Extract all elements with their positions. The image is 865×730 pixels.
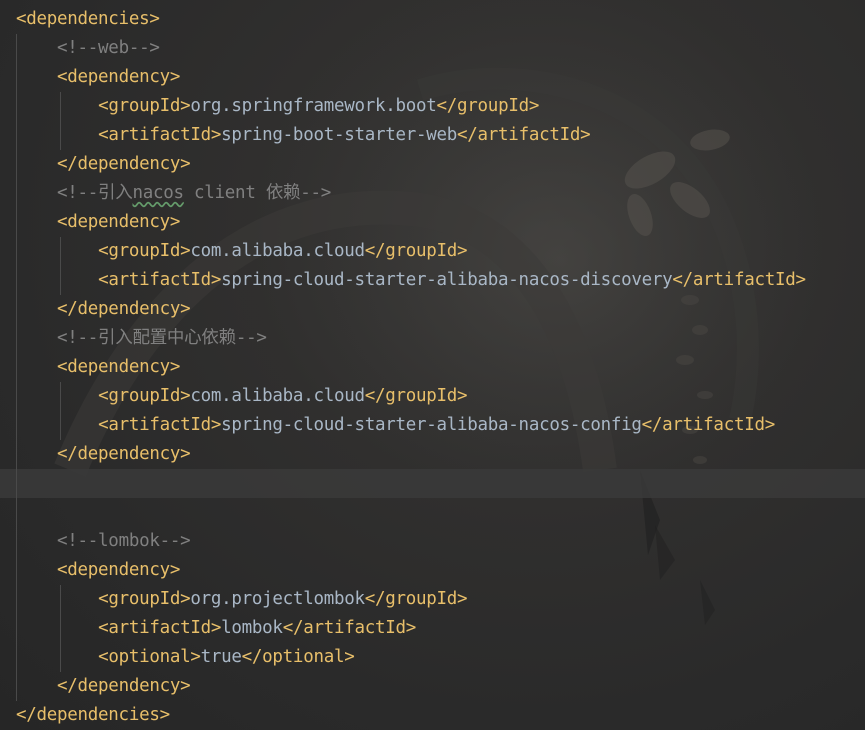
code-line[interactable]: <dependency> [16, 208, 865, 237]
xml-comment: client 依赖--> [183, 183, 332, 203]
xml-open-tag: <groupId> [98, 589, 191, 609]
xml-close-tag: </dependency> [57, 676, 191, 696]
xml-text-value: com.alibaba.cloud [190, 241, 365, 261]
code-line[interactable]: <!--引入nacos client 依赖--> [16, 179, 865, 208]
spellcheck-typo: nacos [132, 183, 185, 203]
xml-open-tag: <groupId> [98, 386, 191, 406]
xml-close-tag: </dependency> [57, 444, 191, 464]
xml-open-tag: <dependencies> [16, 9, 160, 29]
code-line[interactable]: <groupId>com.alibaba.cloud</groupId> [16, 237, 865, 266]
code-line[interactable]: <dependency> [16, 556, 865, 585]
xml-code-block[interactable]: <dependencies> <!--web--> <dependency> <… [16, 5, 865, 730]
xml-close-tag: </groupId> [436, 96, 540, 116]
xml-close-tag: </dependency> [57, 154, 191, 174]
xml-open-tag: <dependency> [57, 560, 181, 580]
xml-close-tag: </artifactId> [282, 618, 417, 638]
xml-close-tag: </groupId> [364, 241, 468, 261]
xml-open-tag: <dependency> [57, 357, 181, 377]
code-line[interactable]: <artifactId>spring-boot-starter-web</art… [16, 121, 865, 150]
xml-text-value: true [200, 647, 242, 667]
xml-text-value: org.springframework.boot [190, 96, 437, 116]
xml-open-tag: <groupId> [98, 241, 191, 261]
xml-open-tag: <artifactId> [98, 415, 222, 435]
code-line[interactable]: </dependencies> [16, 701, 865, 730]
xml-text-value: spring-cloud-starter-alibaba-nacos-confi… [221, 415, 642, 435]
xml-open-tag: <dependency> [57, 67, 181, 87]
code-line[interactable]: </dependency> [16, 672, 865, 701]
code-line[interactable]: </dependency> [16, 440, 865, 469]
xml-open-tag: <dependency> [57, 212, 181, 232]
xml-text-value: com.alibaba.cloud [190, 386, 365, 406]
xml-close-tag: </dependencies> [16, 705, 170, 725]
xml-text-value: spring-cloud-starter-alibaba-nacos-disco… [221, 270, 673, 290]
blank-line[interactable] [16, 498, 865, 527]
code-line[interactable]: <dependency> [16, 353, 865, 382]
xml-open-tag: <artifactId> [98, 618, 222, 638]
code-line[interactable]: <groupId>org.springframework.boot</group… [16, 92, 865, 121]
code-line[interactable]: <!--lombok--> [16, 527, 865, 556]
code-line[interactable]: <dependencies> [16, 5, 865, 34]
code-line[interactable]: <optional>true</optional> [16, 643, 865, 672]
xml-comment: <!--引入配置中心依赖--> [57, 328, 267, 348]
code-line[interactable]: <!--web--> [16, 34, 865, 63]
xml-comment: <!--引入 [57, 183, 133, 203]
xml-close-tag: </groupId> [364, 386, 468, 406]
code-line[interactable]: <!--引入配置中心依赖--> [16, 324, 865, 353]
xml-close-tag: </groupId> [364, 589, 468, 609]
blank-line[interactable] [16, 469, 865, 498]
xml-text-value: spring-boot-starter-web [221, 125, 458, 145]
xml-open-tag: <groupId> [98, 96, 191, 116]
xml-open-tag: <artifactId> [98, 270, 222, 290]
code-line[interactable]: </dependency> [16, 295, 865, 324]
xml-close-tag: </optional> [241, 647, 355, 667]
xml-text-value: org.projectlombok [190, 589, 365, 609]
code-line[interactable]: <dependency> [16, 63, 865, 92]
xml-open-tag: <artifactId> [98, 125, 222, 145]
xml-open-tag: <optional> [98, 647, 201, 667]
code-line[interactable]: <artifactId>lombok</artifactId> [16, 614, 865, 643]
xml-close-tag: </dependency> [57, 299, 191, 319]
code-line[interactable]: <artifactId>spring-cloud-starter-alibaba… [16, 266, 865, 295]
code-line[interactable]: <groupId>com.alibaba.cloud</groupId> [16, 382, 865, 411]
xml-comment: <!--web--> [57, 38, 160, 58]
xml-close-tag: </artifactId> [641, 415, 776, 435]
code-line[interactable]: <artifactId>spring-cloud-starter-alibaba… [16, 411, 865, 440]
xml-text-value: lombok [221, 618, 283, 638]
code-editor[interactable]: <dependencies> <!--web--> <dependency> <… [0, 0, 865, 730]
xml-comment: <!--lombok--> [57, 531, 191, 551]
xml-close-tag: </artifactId> [672, 270, 806, 290]
code-line[interactable]: </dependency> [16, 150, 865, 179]
code-line[interactable]: <groupId>org.projectlombok</groupId> [16, 585, 865, 614]
xml-close-tag: </artifactId> [457, 125, 591, 145]
